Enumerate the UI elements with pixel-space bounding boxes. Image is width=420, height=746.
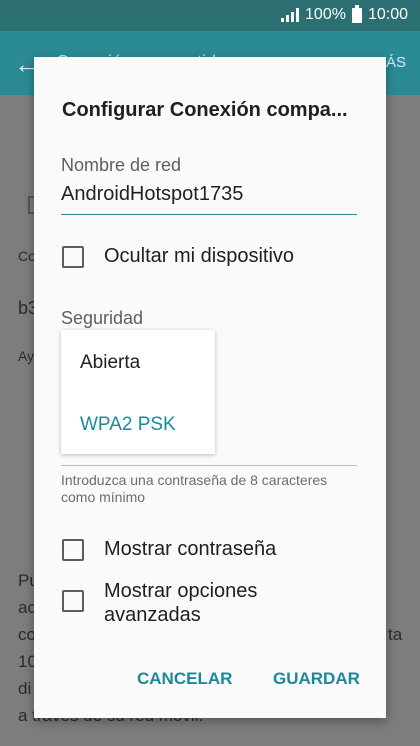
hide-device-checkbox[interactable]	[62, 246, 84, 268]
security-dropdown[interactable]: Abierta WPA2 PSK	[61, 330, 215, 454]
save-button[interactable]: GUARDAR	[273, 669, 360, 689]
show-advanced-checkbox[interactable]	[62, 590, 84, 612]
background-line-5: di	[18, 679, 32, 698]
background-row-ay: Ay	[18, 348, 35, 364]
battery-icon	[351, 4, 362, 23]
show-password-label: Mostrar contraseña	[104, 538, 277, 560]
show-advanced-row[interactable]: Mostrar opciones avanzadas	[62, 579, 274, 627]
signal-icon	[281, 8, 300, 22]
hide-device-label: Ocultar mi dispositivo	[104, 245, 295, 267]
security-label: Seguridad	[61, 308, 144, 328]
clock: 10:00	[367, 6, 408, 23]
background-right-text: ta	[388, 625, 403, 644]
network-name-value: AndroidHotspot1735	[61, 183, 244, 205]
battery-percent: 100%	[305, 6, 346, 23]
password-field-line[interactable]	[61, 465, 357, 466]
security-option-wpa2[interactable]: WPA2 PSK	[80, 414, 176, 436]
show-advanced-label: Mostrar opciones avanzadas	[104, 580, 258, 626]
dialog-title: Configurar Conexión compa...	[62, 99, 348, 121]
show-password-checkbox[interactable]	[62, 539, 84, 561]
cancel-button[interactable]: CANCELAR	[137, 669, 232, 689]
network-name-field[interactable]: AndroidHotspot1735	[61, 180, 357, 215]
security-option-open[interactable]: Abierta	[80, 352, 140, 374]
status-bar: 100% 10:00	[0, 0, 420, 31]
hotspot-config-dialog: Configurar Conexión compa... Nombre de r…	[34, 57, 386, 718]
hide-device-row[interactable]: Ocultar mi dispositivo	[62, 244, 294, 268]
show-password-row[interactable]: Mostrar contraseña	[62, 537, 276, 561]
password-hint: Introduzca una contraseña de 8 caractere…	[61, 472, 328, 505]
network-name-label: Nombre de red	[61, 155, 182, 175]
